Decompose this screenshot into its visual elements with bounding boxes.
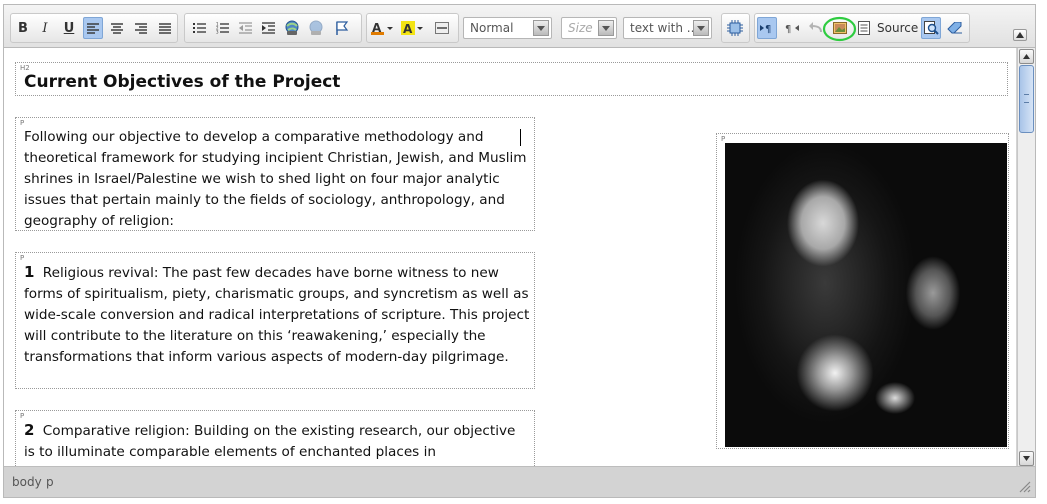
format-value: Normal bbox=[470, 21, 514, 35]
font-size-placeholder: Size bbox=[568, 21, 593, 35]
intro-text: Following our objective to develop a com… bbox=[24, 129, 527, 229]
outdent-icon bbox=[238, 22, 252, 34]
style-dropdown[interactable]: text with ... bbox=[623, 17, 712, 39]
triangle-down-icon bbox=[1023, 456, 1030, 461]
block-tag-h2: H2 bbox=[20, 64, 30, 72]
align-justify-icon bbox=[159, 22, 171, 34]
align-left-button[interactable] bbox=[83, 17, 103, 39]
scroll-down-button[interactable] bbox=[1019, 451, 1034, 466]
remove-link-button[interactable] bbox=[306, 17, 326, 39]
anchor-button[interactable] bbox=[332, 17, 352, 39]
text-color-icon: A bbox=[371, 21, 393, 35]
ltr-button[interactable]: ¶ bbox=[757, 17, 777, 39]
svg-text:¶: ¶ bbox=[785, 24, 791, 34]
page-heading: Current Objectives of the Project bbox=[24, 72, 341, 92]
list-item-block-2[interactable]: P 2 Comparative religion: Building on th… bbox=[15, 410, 535, 467]
numbered-list-button[interactable]: 123 bbox=[212, 17, 232, 39]
format-dropdown[interactable]: Normal bbox=[463, 17, 552, 39]
triangle-up-icon bbox=[1023, 54, 1030, 59]
background-color-button[interactable]: A bbox=[400, 17, 426, 39]
horizontal-rule-button[interactable] bbox=[432, 17, 452, 39]
chevron-down-icon bbox=[693, 20, 709, 36]
list-item-text: Comparative religion: Building on the ex… bbox=[24, 423, 516, 460]
bold-button[interactable]: B bbox=[13, 17, 33, 39]
path-item-body[interactable]: body bbox=[12, 475, 42, 489]
unlink-globe-icon bbox=[309, 20, 323, 35]
intro-paragraph-block[interactable]: P Following our objective to develop a c… bbox=[15, 117, 535, 231]
triangle-up-icon bbox=[1016, 32, 1024, 38]
show-blocks-button[interactable] bbox=[725, 17, 745, 39]
chip-icon bbox=[727, 20, 743, 36]
block-tag-p: P bbox=[20, 412, 25, 420]
editing-area[interactable]: H2 Current Objectives of the Project P F… bbox=[4, 48, 1016, 467]
background-color-icon: A bbox=[401, 21, 423, 35]
svg-text:A: A bbox=[403, 22, 413, 35]
horizontal-rule-icon bbox=[435, 22, 449, 34]
flag-icon bbox=[336, 21, 349, 35]
resize-grip-icon[interactable] bbox=[1019, 481, 1031, 493]
list-item-paragraph: 1 Religious revival: The past few decade… bbox=[24, 262, 530, 368]
text-cursor bbox=[520, 129, 521, 146]
indent-button[interactable] bbox=[258, 17, 278, 39]
list-item-block-1[interactable]: P 1 Religious revival: The past few deca… bbox=[15, 252, 535, 389]
block-tag-p: P bbox=[20, 119, 25, 127]
svg-text:¶: ¶ bbox=[765, 24, 771, 34]
scroll-up-button[interactable] bbox=[1019, 49, 1034, 64]
pilgrims-photo[interactable] bbox=[725, 143, 1007, 447]
magnify-page-icon bbox=[924, 21, 939, 35]
align-center-icon bbox=[111, 22, 123, 34]
align-left-icon bbox=[87, 22, 99, 34]
text-color-button[interactable]: A bbox=[370, 17, 396, 39]
insert-link-button[interactable] bbox=[282, 17, 302, 39]
align-right-button[interactable] bbox=[131, 17, 151, 39]
list-item-number: 2 bbox=[24, 421, 35, 439]
vertical-scrollbar[interactable] bbox=[1017, 48, 1035, 467]
highlight-ring bbox=[822, 16, 857, 42]
rtl-paragraph-icon: ¶ bbox=[785, 24, 799, 34]
remove-format-button[interactable] bbox=[945, 17, 965, 39]
undo-arrow-icon bbox=[809, 22, 822, 33]
italic-button[interactable]: I bbox=[35, 17, 55, 39]
status-bar: body p bbox=[4, 466, 1035, 497]
bulleted-list-icon bbox=[192, 23, 206, 33]
block-tag-p: P bbox=[20, 254, 25, 262]
collapse-toolbar-button[interactable] bbox=[1013, 29, 1027, 41]
maximize-button[interactable] bbox=[921, 17, 941, 39]
underline-button[interactable]: U bbox=[59, 17, 79, 39]
path-item-p[interactable]: p bbox=[46, 475, 54, 489]
style-value: text with ... bbox=[630, 21, 699, 35]
chevron-down-icon bbox=[598, 20, 614, 36]
outdent-button[interactable] bbox=[235, 17, 255, 39]
scrollbar-thumb[interactable] bbox=[1019, 65, 1034, 133]
list-item-paragraph: 2 Comparative religion: Building on the … bbox=[24, 420, 530, 463]
editor-toolbar: B I U 123 A A Normal Size text with ... … bbox=[4, 5, 1035, 48]
list-item-number: 1 bbox=[24, 263, 35, 281]
chevron-down-icon bbox=[533, 20, 549, 36]
rtl-button[interactable]: ¶ bbox=[782, 17, 802, 39]
source-button[interactable]: Source bbox=[856, 17, 920, 39]
list-item-text: Religious revival: The past few decades … bbox=[24, 265, 530, 365]
svg-text:3: 3 bbox=[216, 30, 219, 35]
indent-icon bbox=[261, 22, 275, 34]
block-tag-p: P bbox=[721, 135, 726, 143]
rich-text-editor: B I U 123 A A Normal Size text with ... … bbox=[3, 4, 1036, 498]
numbered-list-icon: 123 bbox=[216, 22, 229, 34]
bulleted-list-button[interactable] bbox=[189, 17, 209, 39]
source-document-icon bbox=[858, 21, 870, 35]
image-paragraph-block[interactable]: P bbox=[716, 133, 1009, 449]
link-globe-icon bbox=[285, 20, 299, 35]
align-justify-button[interactable] bbox=[155, 17, 175, 39]
heading-block[interactable]: H2 Current Objectives of the Project bbox=[15, 62, 1008, 96]
align-right-icon bbox=[135, 22, 147, 34]
ltr-paragraph-icon: ¶ bbox=[760, 24, 771, 34]
intro-paragraph: Following our objective to develop a com… bbox=[24, 127, 530, 232]
align-center-button[interactable] bbox=[107, 17, 127, 39]
eraser-icon bbox=[947, 22, 962, 34]
font-size-dropdown[interactable]: Size bbox=[561, 17, 617, 39]
source-label: Source bbox=[877, 21, 919, 35]
